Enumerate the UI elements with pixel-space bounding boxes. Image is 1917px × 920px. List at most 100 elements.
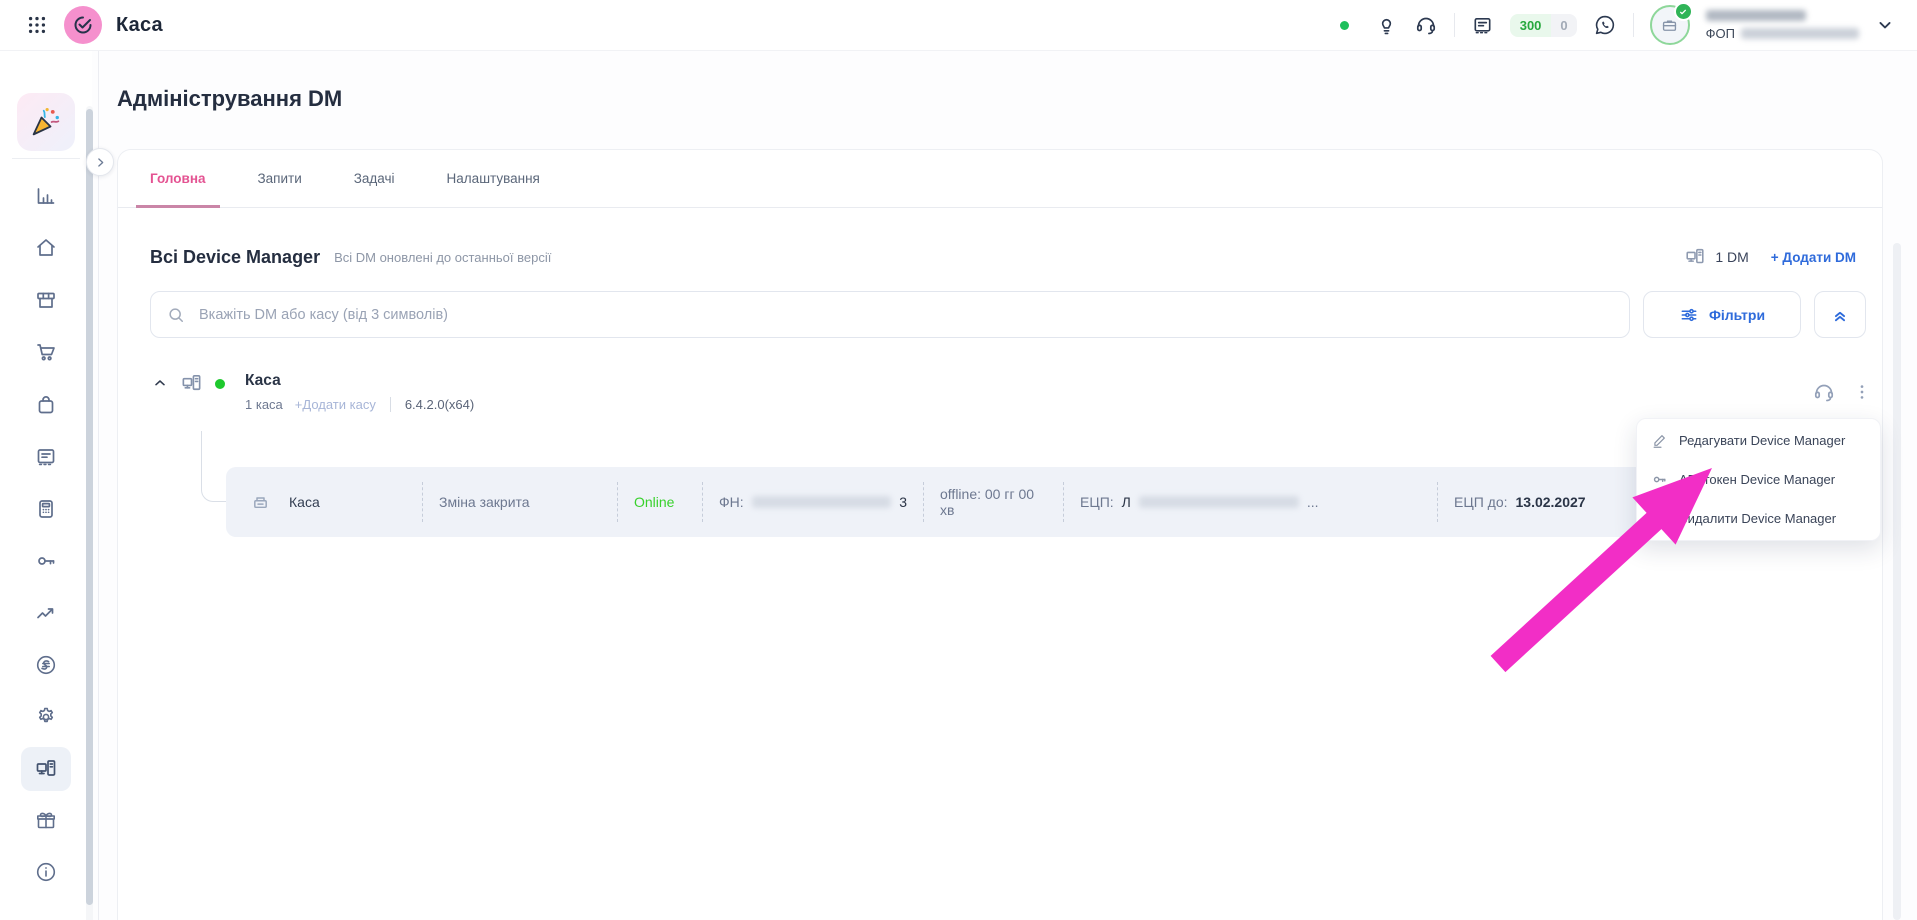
account-name: ФОП	[1706, 26, 1859, 41]
home-icon	[34, 236, 58, 260]
receipt-count-gray-badge: 0	[1551, 14, 1576, 37]
shift-status-cell: Зміна закрита	[422, 482, 617, 522]
tab-settings[interactable]: Налаштування	[433, 150, 554, 207]
double-chevron-up-icon	[1831, 306, 1849, 324]
connection-status-dot	[1340, 21, 1349, 30]
dm-name[interactable]: Каса	[245, 372, 474, 390]
ecp-until-label: ЕЦП до:	[1454, 494, 1508, 510]
sidebar-item-receipts[interactable]	[30, 441, 62, 473]
shopping-bag-icon	[34, 393, 58, 417]
dm-row-actions	[1812, 380, 1872, 404]
register-row[interactable]: Каса Зміна закрита Online ФН: 3 offline:…	[226, 467, 1878, 537]
tab-requests[interactable]: Запити	[244, 150, 316, 207]
search-box[interactable]	[150, 291, 1630, 338]
collapse-chevron-icon[interactable]	[152, 375, 170, 393]
whatsapp-icon[interactable]	[1593, 13, 1617, 37]
pencil-icon	[1651, 432, 1668, 449]
add-kasa-button[interactable]: +Додати касу	[295, 397, 376, 412]
filters-label: Фільтри	[1709, 307, 1765, 323]
dm-subline: 1 каса +Додати касу 6.4.2.0(x64)	[245, 397, 474, 412]
account-info[interactable]: ФОП	[1706, 10, 1859, 41]
sidebar-item-settings[interactable]	[30, 701, 62, 733]
divider	[98, 50, 99, 920]
ecp-cell: ЕЦП: Л ...	[1063, 482, 1437, 522]
topbar: Каса 300 0	[0, 0, 1917, 51]
bar-chart-icon	[34, 184, 58, 208]
page-title: Адміністрування DM	[117, 86, 342, 112]
page-scrollbar[interactable]	[1893, 243, 1901, 920]
section-subtitle: Всі DM оновлені до останньої версії	[334, 250, 551, 265]
divider	[1454, 13, 1455, 37]
dm-admin-card: Головна Запити Задачі Налаштування Всі D…	[117, 149, 1883, 920]
sidebar-scrollbar[interactable]	[86, 106, 93, 920]
sidebar-item-store[interactable]	[30, 284, 62, 316]
dm-count: 1 DM	[1684, 246, 1748, 268]
device-manager-icon	[180, 372, 203, 395]
search-icon	[166, 305, 186, 325]
fn-label: ФН:	[719, 494, 744, 510]
remote-support-headset-icon[interactable]	[1812, 380, 1836, 404]
receipt-counter[interactable]: 300 0	[1510, 14, 1577, 37]
account-prefix: ФОП	[1706, 26, 1735, 41]
sidebar-item-gifts[interactable]	[30, 804, 62, 836]
gift-icon	[34, 808, 58, 832]
add-dm-button[interactable]: + Додати DM	[1771, 250, 1856, 265]
register-name-cell: Каса	[250, 482, 422, 522]
offline-time-cell: offline: 00 гг 00 хв	[923, 482, 1063, 522]
app-root: Каса 300 0	[0, 0, 1917, 920]
sidebar-item-info[interactable]	[30, 856, 62, 888]
receipt-icon	[34, 445, 58, 469]
search-input[interactable]	[197, 306, 1614, 324]
lamp-icon[interactable]	[1375, 14, 1398, 37]
ecp-ellipsis: ...	[1307, 494, 1319, 510]
sidebar-item-statistics[interactable]	[30, 597, 62, 629]
sidebar-item-access-keys[interactable]	[30, 545, 62, 577]
tab-main[interactable]: Головна	[136, 150, 220, 207]
sidebar-item-home[interactable]	[30, 232, 62, 264]
chevron-down-icon[interactable]	[1875, 15, 1895, 35]
divider	[1633, 13, 1634, 37]
dm-count-label: 1 DM	[1715, 249, 1748, 265]
kebab-menu-icon[interactable]	[1852, 382, 1872, 402]
account-id-redacted	[1706, 10, 1859, 21]
app-title: Каса	[116, 14, 163, 37]
trash-icon	[1651, 510, 1668, 527]
search-row: Фільтри	[150, 291, 1866, 338]
app-logo-icon[interactable]	[64, 6, 102, 44]
party-popper-icon	[28, 104, 64, 140]
sidebar-expand-button[interactable]	[86, 148, 114, 176]
sidebar-item-money[interactable]	[30, 649, 62, 681]
ecp-value-head: Л	[1122, 494, 1131, 510]
filters-button[interactable]: Фільтри	[1643, 291, 1801, 338]
sidebar-item-device-manager[interactable]	[21, 747, 71, 791]
offline-time: offline: 00 гг 00 хв	[940, 486, 1047, 518]
support-headset-icon[interactable]	[1414, 13, 1438, 37]
company-logo[interactable]	[17, 93, 75, 151]
scrollbar-thumb[interactable]	[86, 109, 93, 905]
sidebar-item-bag[interactable]	[30, 389, 62, 421]
account-avatar[interactable]	[1650, 5, 1690, 45]
apps-grid-icon[interactable]	[24, 12, 50, 38]
fiscal-number-cell: ФН: 3	[702, 482, 923, 522]
device-manager-icon	[34, 757, 58, 781]
sidebar	[0, 50, 92, 920]
menu-item-api-token-dm[interactable]: API токен Device Manager	[1637, 460, 1880, 499]
section-header: Всі Device Manager Всі DM оновлені до ос…	[150, 240, 1856, 274]
gear-icon	[34, 705, 58, 729]
sidebar-item-cart[interactable]	[30, 336, 62, 368]
topbar-left: Каса	[0, 6, 163, 44]
receipt-icon[interactable]	[1471, 14, 1494, 37]
tab-tasks[interactable]: Задачі	[340, 150, 409, 207]
menu-item-label: Видалити Device Manager	[1679, 511, 1836, 526]
online-status: Online	[634, 494, 674, 510]
sidebar-item-calculator[interactable]	[30, 493, 62, 525]
collapse-all-button[interactable]	[1814, 291, 1866, 338]
sidebar-item-analytics[interactable]	[30, 180, 62, 212]
key-icon	[1651, 471, 1668, 488]
calculator-icon	[34, 497, 58, 521]
storefront-icon	[34, 288, 58, 312]
menu-item-delete-dm[interactable]: Видалити Device Manager	[1637, 499, 1880, 538]
menu-item-edit-dm[interactable]: Редагувати Device Manager	[1637, 421, 1880, 460]
dm-online-status-dot	[215, 379, 225, 389]
trending-up-icon	[34, 601, 58, 625]
